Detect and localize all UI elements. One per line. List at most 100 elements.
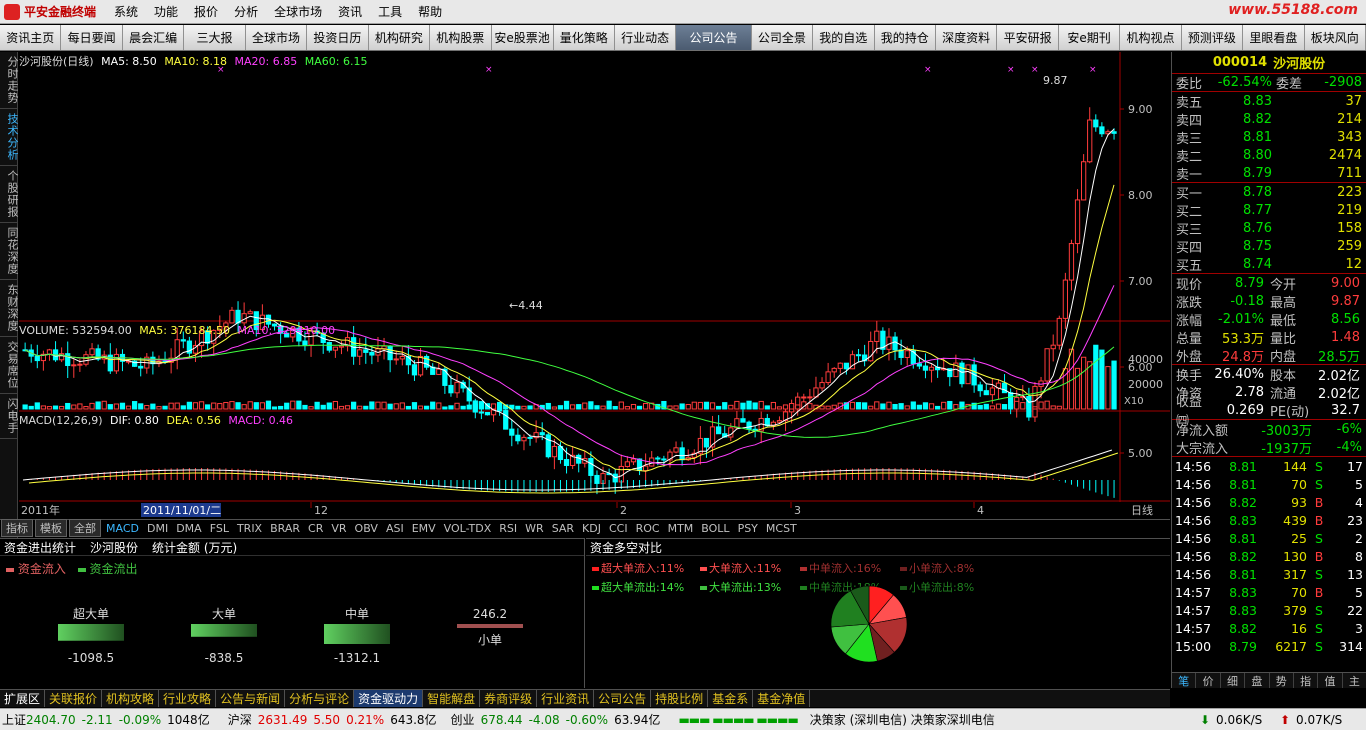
tab-4[interactable]: 全球市场	[245, 25, 308, 50]
quote-tab-1[interactable]: 价	[1196, 673, 1221, 688]
indicator-1[interactable]: 模板	[35, 519, 67, 537]
bottom-tab-4[interactable]: 公告与新闻	[216, 690, 286, 707]
tab-15[interactable]: 深度资料	[935, 25, 998, 50]
tab-16[interactable]: 平安研报	[997, 25, 1059, 50]
indicator-12[interactable]: ASI	[382, 522, 408, 535]
indicator-7[interactable]: TRIX	[233, 522, 266, 535]
bottom-tab-12[interactable]: 基金系	[708, 690, 754, 707]
menu-global-market[interactable]: 全球市场	[266, 3, 330, 20]
indicator-0[interactable]: 指标	[1, 519, 33, 537]
tab-1[interactable]: 每日要闻	[61, 25, 123, 50]
tab-3[interactable]: 三大报	[184, 25, 246, 50]
left-nav-item-4[interactable]: 东财深度	[0, 280, 19, 337]
quote-tab-2[interactable]: 细	[1221, 673, 1246, 688]
indicator-16[interactable]: WR	[521, 522, 548, 535]
sh-index-label[interactable]: 上证	[2, 711, 26, 728]
bottom-tab-13[interactable]: 基金净值	[753, 690, 811, 707]
indicator-18[interactable]: KDJ	[578, 522, 605, 535]
indicator-8[interactable]: BRAR	[266, 522, 304, 535]
indicator-2[interactable]: 全部	[69, 519, 101, 537]
menu-analysis[interactable]: 分析	[226, 3, 266, 20]
tab-7[interactable]: 机构股票	[430, 25, 492, 50]
tab-9[interactable]: 量化策略	[553, 25, 615, 50]
quote-tab-4[interactable]: 势	[1270, 673, 1294, 688]
bottom-tab-8[interactable]: 券商评级	[480, 690, 538, 707]
menu-help[interactable]: 帮助	[410, 3, 450, 20]
indicator-22[interactable]: BOLL	[697, 522, 733, 535]
indicator-19[interactable]: CCI	[605, 522, 632, 535]
volume-bar	[326, 402, 332, 410]
tab-21[interactable]: 板块风向	[1304, 25, 1366, 50]
volume-bar	[557, 405, 564, 410]
bottom-tab-0[interactable]: 扩展区	[0, 690, 46, 707]
menu-news[interactable]: 资讯	[330, 3, 370, 20]
hs-index-label[interactable]: 沪深	[228, 711, 252, 728]
indicator-5[interactable]: DMA	[172, 522, 206, 535]
quote-stats-fundamental: 换手 26.40% 股本 2.02亿 净资 2.78 流通 2.02亿 收益㈣ 0.269 PE(动…	[1172, 364, 1366, 429]
menu-function[interactable]: 功能	[146, 3, 186, 20]
left-nav-item-6[interactable]: 闪电手	[0, 394, 19, 439]
volume-bar	[241, 404, 247, 410]
fund-compare-swatch	[800, 586, 807, 590]
bottom-tab-7[interactable]: 智能解盘	[423, 690, 481, 707]
bottom-tab-1[interactable]: 关联报价	[45, 690, 103, 707]
quote-tab-7[interactable]: 主	[1343, 673, 1366, 688]
indicator-20[interactable]: ROC	[632, 522, 664, 535]
bottom-tab-11[interactable]: 持股比例	[651, 690, 709, 707]
fund-compare-item: 大单流出:13%	[700, 579, 800, 595]
left-nav-item-5[interactable]: 交易席位	[0, 337, 19, 394]
left-nav-item-3[interactable]: 同花深度	[0, 223, 19, 280]
tab-18[interactable]: 机构视点	[1120, 25, 1182, 50]
indicator-24[interactable]: MCST	[762, 522, 801, 535]
indicator-17[interactable]: SAR	[548, 522, 578, 535]
indicator-6[interactable]: FSL	[206, 522, 233, 535]
bottom-tab-9[interactable]: 行业资讯	[537, 690, 595, 707]
quote-tab-5[interactable]: 指	[1294, 673, 1319, 688]
quote-tab-0[interactable]: 笔	[1172, 673, 1197, 688]
chart-area[interactable]: 9.00 8.00 7.00 6.00 5.00 40000 20000 X10 9.87 ←4.…	[19, 52, 1170, 536]
indicator-15[interactable]: RSI	[495, 522, 521, 535]
indicator-23[interactable]: PSY	[734, 522, 762, 535]
tab-14[interactable]: 我的持仓	[874, 25, 936, 50]
indicator-10[interactable]: VR	[327, 522, 350, 535]
indicator-14[interactable]: VOL-TDX	[440, 522, 496, 535]
indicator-21[interactable]: MTM	[664, 522, 698, 535]
tab-5[interactable]: 投资日历	[307, 25, 369, 50]
indicator-9[interactable]: CR	[304, 522, 327, 535]
left-nav-item-0[interactable]: 分时走势	[0, 52, 19, 109]
bottom-tab-6[interactable]: 资金驱动力	[354, 690, 424, 707]
tab-2[interactable]: 晨会汇编	[122, 25, 185, 50]
indicator-4[interactable]: DMI	[143, 522, 172, 535]
bottom-tab-2[interactable]: 机构攻略	[102, 690, 160, 707]
indicator-11[interactable]: OBV	[351, 522, 382, 535]
tick-list[interactable]: 14:56 8.81 144 S 17 14:56 8.81 70 S 5 14:56 8.82 93 B…	[1172, 456, 1366, 655]
tab-11[interactable]: 公司公告	[676, 25, 752, 50]
menu-system[interactable]: 系统	[106, 3, 146, 20]
candle-body	[1062, 279, 1069, 319]
tab-10[interactable]: 行业动态	[614, 25, 677, 50]
menu-quote[interactable]: 报价	[186, 3, 226, 20]
indicator-3[interactable]: MACD	[102, 522, 143, 535]
tab-13[interactable]: 我的自选	[813, 25, 875, 50]
indicator-13[interactable]: EMV	[408, 522, 440, 535]
left-nav-item-2[interactable]: 个股研报	[0, 166, 19, 223]
candle-body	[1050, 344, 1056, 350]
volume-bar	[59, 405, 65, 410]
menu-tools[interactable]: 工具	[370, 3, 410, 20]
bottom-tab-10[interactable]: 公司公告	[594, 690, 652, 707]
quote-tab-3[interactable]: 盘	[1245, 673, 1270, 688]
tab-8[interactable]: 安e股票池	[491, 25, 554, 50]
tab-12[interactable]: 公司全景	[751, 25, 814, 50]
tab-0[interactable]: 资讯主页	[0, 25, 62, 50]
server-info[interactable]: 决策家 (深圳电信) 决策家深圳电信	[810, 711, 995, 728]
cy-index-label[interactable]: 创业	[451, 711, 475, 728]
bottom-tab-5[interactable]: 分析与评论	[285, 690, 355, 707]
quote-tab-6[interactable]: 值	[1318, 673, 1343, 688]
bottom-tab-3[interactable]: 行业攻略	[159, 690, 217, 707]
tab-17[interactable]: 安e期刊	[1058, 25, 1121, 50]
kline-chart-svg[interactable]: 9.008.007.006.005.004000020000X109.87←4.…	[19, 52, 1170, 536]
tab-19[interactable]: 预测评级	[1181, 25, 1244, 50]
tab-6[interactable]: 机构研究	[368, 25, 431, 50]
left-nav-item-1[interactable]: 技术分析	[0, 109, 19, 166]
tab-20[interactable]: 里眼看盘	[1243, 25, 1305, 50]
